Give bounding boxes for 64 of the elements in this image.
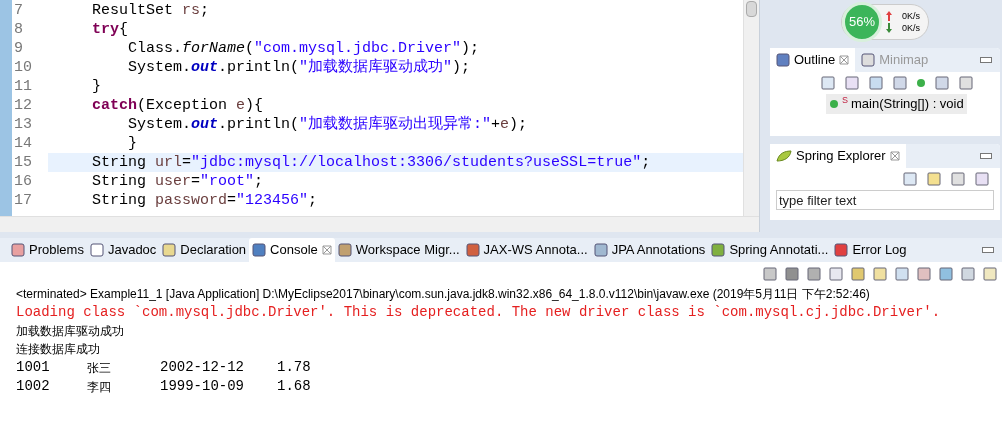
line-number: 15: [12, 153, 48, 172]
outline-item[interactable]: S main(String[]) : void: [826, 94, 967, 114]
panel-tab[interactable]: JPA Annotations: [590, 238, 709, 262]
console-cell-text: 1.68: [277, 377, 312, 396]
window-icon: [89, 243, 104, 257]
panel-tab[interactable]: Workspace Migr...: [334, 238, 463, 262]
console-line: 连接数据库成功: [16, 341, 101, 358]
panel-tab[interactable]: Declaration: [159, 238, 250, 262]
code-line: ResultSet rs;: [91, 1, 210, 20]
window-icon: [834, 243, 849, 257]
console-cell-text: 1999-10-09: [160, 377, 245, 396]
panel-tab[interactable]: Spring Explorer: [770, 144, 906, 168]
upload-arrow-icon: [886, 11, 892, 21]
dot-icon[interactable]: [916, 78, 926, 88]
code-line: String url="jdbc:mysql://localhost:3306/students?useSSL=true";: [91, 153, 651, 172]
console-cell-text: 1.78: [277, 358, 312, 377]
panel-tab[interactable]: JAX-WS Annota...: [462, 238, 591, 262]
close-icon[interactable]: [321, 245, 332, 255]
console-cell-text: 1001: [16, 358, 51, 377]
minimize-icon[interactable]: [980, 153, 992, 159]
window-icon: [337, 243, 352, 257]
console-line: 加载数据库驱动成功: [16, 323, 125, 340]
memory-gauge: 56%: [842, 2, 882, 42]
code-line: Class.forName("com.mysql.jdbc.Driver");: [127, 39, 480, 58]
code-line: try{: [91, 20, 129, 39]
method-dot-icon: [829, 99, 839, 109]
minimize-icon[interactable]: [980, 57, 992, 63]
vertical-scrollbar[interactable]: [743, 0, 759, 216]
window-icon: [776, 53, 790, 67]
minimize-icon[interactable]: [982, 247, 994, 253]
code-line: }: [91, 77, 101, 96]
window-icon: [162, 243, 177, 257]
window-icon: [861, 53, 876, 67]
window-icon: [711, 243, 726, 257]
download-arrow-icon: [886, 23, 892, 33]
code-line: String password="123456";: [91, 191, 318, 210]
window-icon: [465, 243, 480, 257]
code-line: String user="root";: [91, 172, 264, 191]
horizontal-scrollbar[interactable]: [0, 216, 759, 232]
close-icon[interactable]: [889, 151, 900, 161]
panel-tab[interactable]: Error Log: [831, 238, 910, 262]
code-line: System.out.println("加载数据库驱动出现异常:"+e);: [127, 115, 528, 134]
close-icon[interactable]: [839, 55, 850, 65]
console-cell-text: 1002: [16, 377, 51, 396]
window-icon: [252, 243, 267, 257]
panel-tab[interactable]: Console: [249, 238, 335, 262]
window-icon: [593, 243, 608, 257]
code-line: System.out.println("加载数据库驱动成功");: [127, 58, 471, 77]
console-cell-text: 2002-12-12: [160, 358, 245, 377]
upload-speed: 0K/s: [902, 10, 920, 22]
console-cell-text: 李四: [87, 378, 112, 396]
panel-tab[interactable]: Problems: [8, 238, 87, 262]
leaf-icon: [776, 150, 792, 162]
code-line: }: [127, 134, 137, 153]
window-icon: [11, 243, 25, 257]
code-line: catch(Exception e){: [91, 96, 264, 115]
filter-field[interactable]: type filter text: [776, 190, 994, 210]
console-cell-text: 张三: [87, 359, 112, 377]
panel-tab[interactable]: Spring Annotati...: [708, 238, 832, 262]
console-error-line: Loading class `com.mysql.jdbc.Driver'. This is deprecated. The new driver class is `com.mysql.cj.jdbc.Driver'.: [16, 303, 942, 322]
download-speed: 0K/s: [902, 22, 920, 34]
panel-tab[interactable]: Outline: [770, 48, 856, 72]
console-header: <terminated> Example11_1 [Java Application] D:\MyEclipse2017\binary\com.sun.java.jdk8.win32.x86_64_1.8.0.v112\bin\javaw.exe (2019年5月11日 下午2:52:46): [15, 286, 871, 302]
panel-tab[interactable]: Javadoc: [86, 238, 160, 262]
